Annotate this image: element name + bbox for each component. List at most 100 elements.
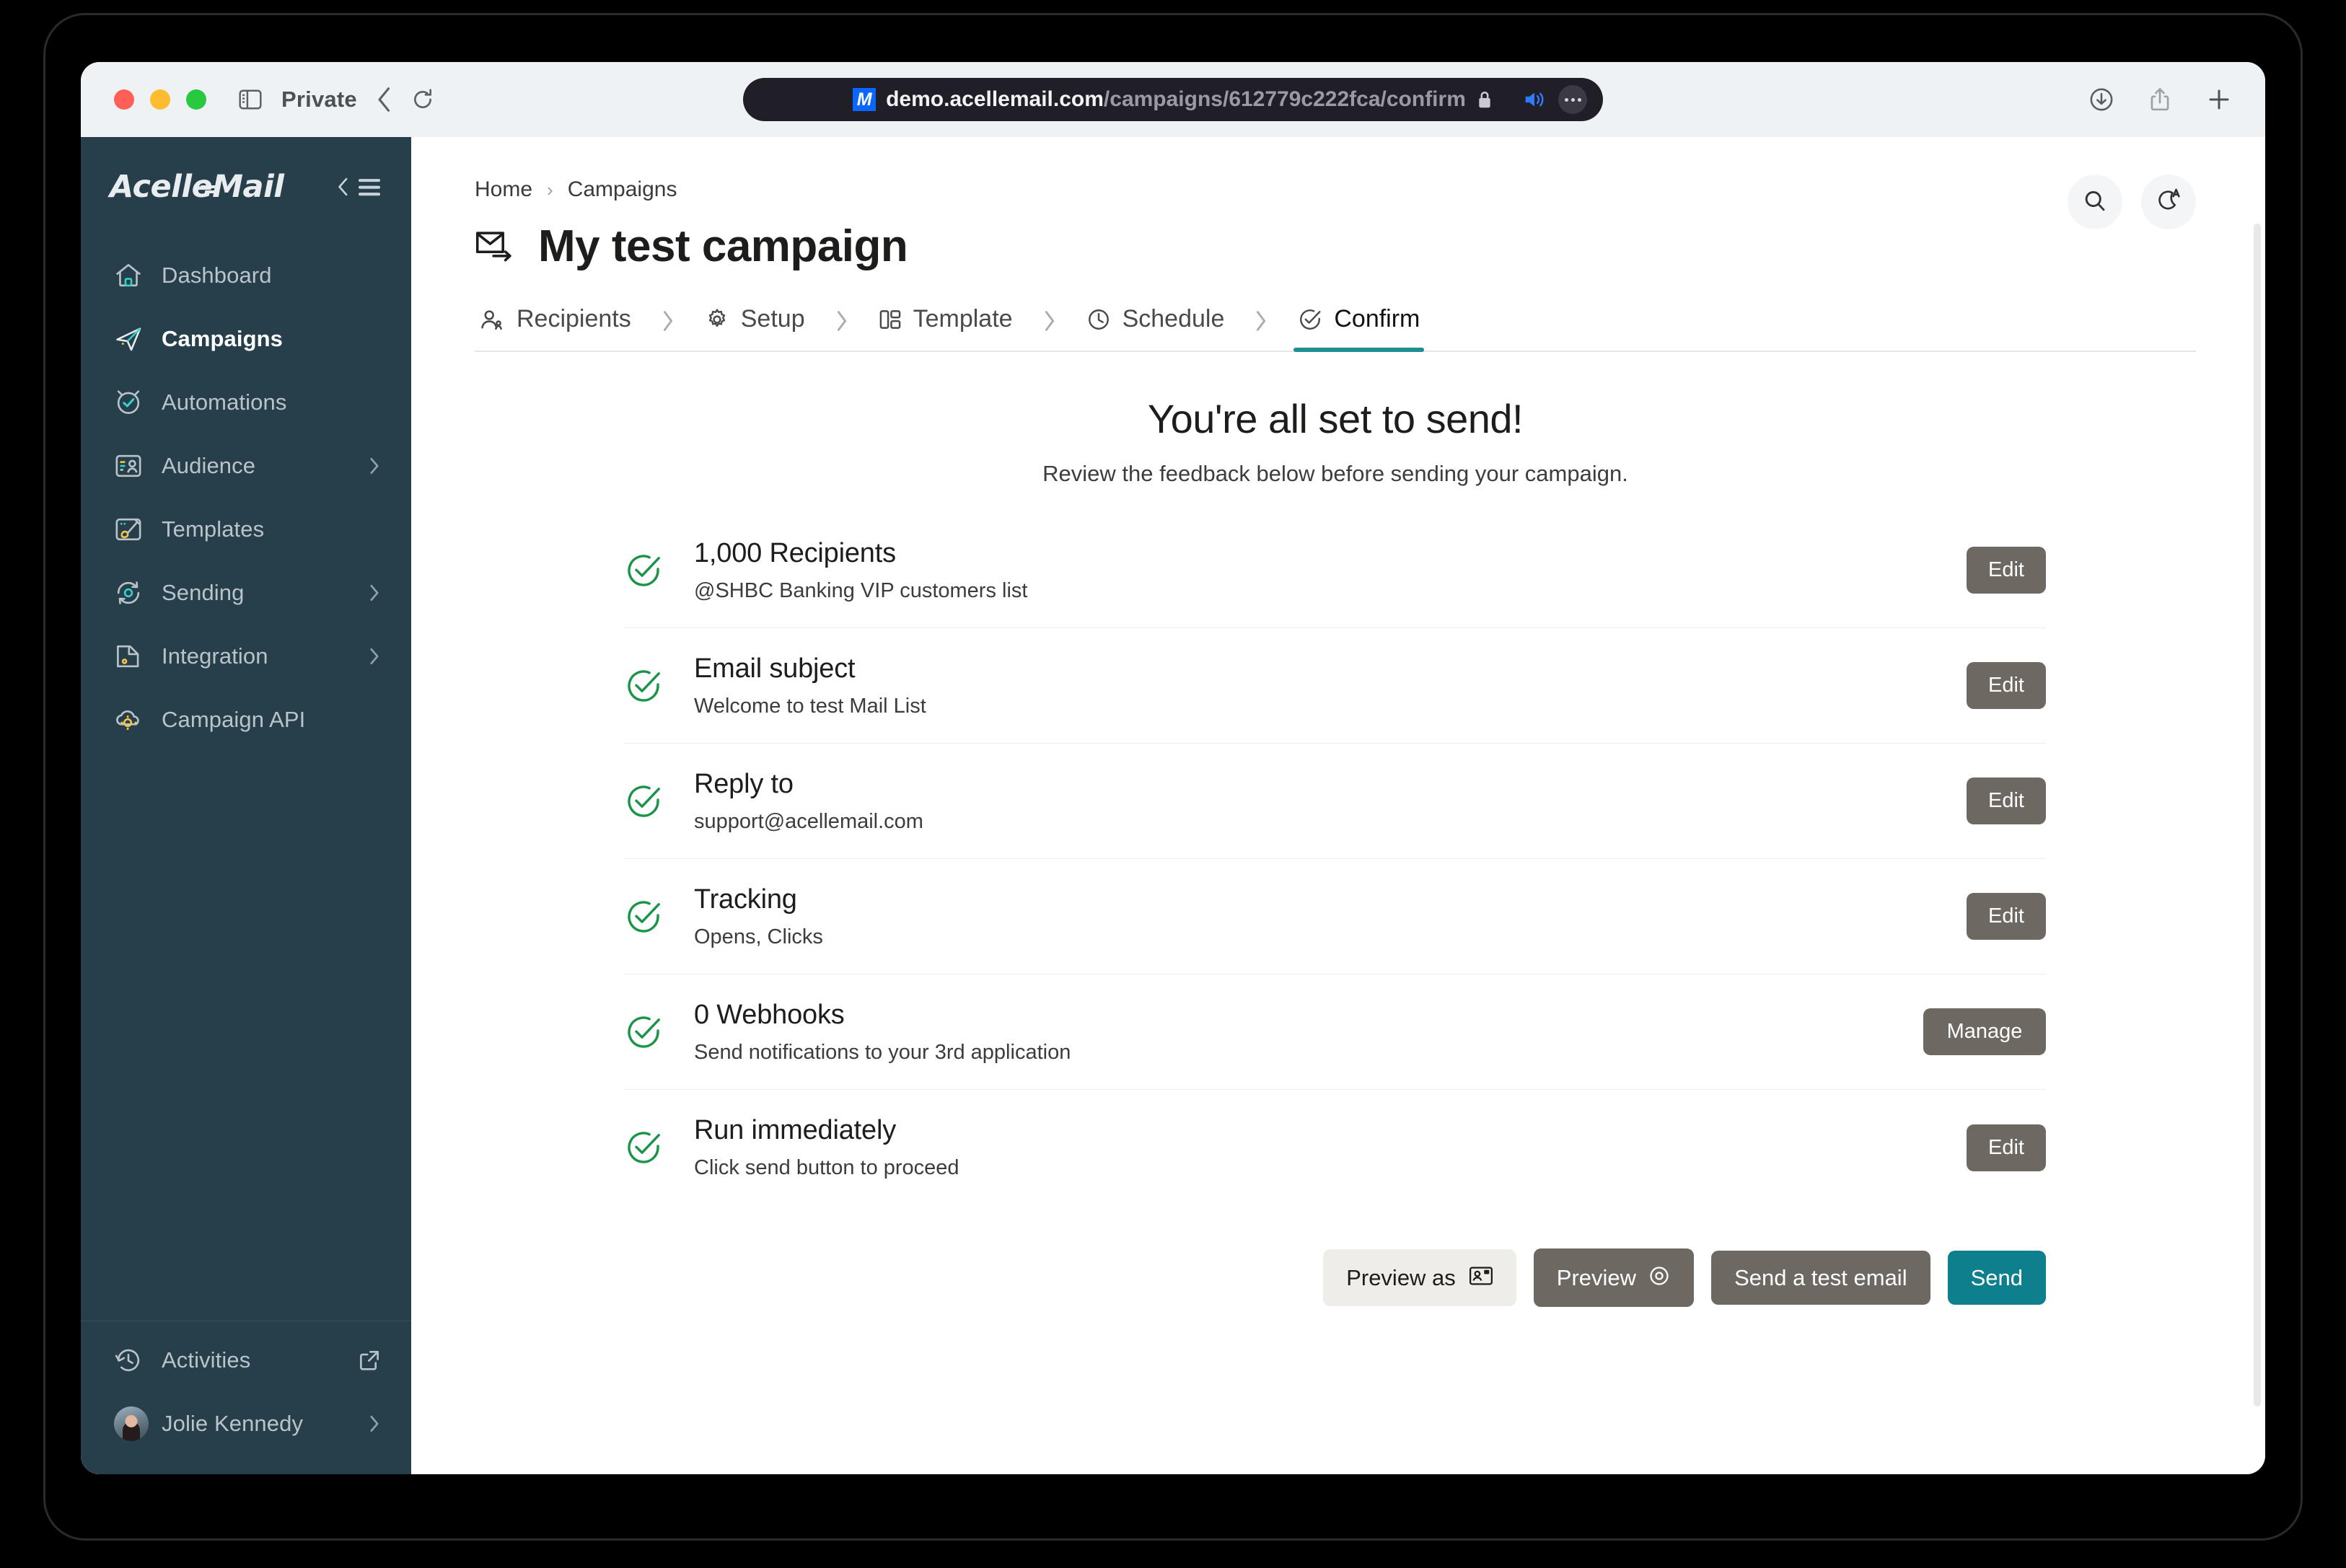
check-circle-green-icon xyxy=(625,667,694,705)
share-icon[interactable] xyxy=(2148,87,2171,113)
step-label: Template xyxy=(913,305,1013,332)
step-label: Recipients xyxy=(517,305,631,332)
theme-toggle-button[interactable] xyxy=(2141,175,2196,229)
step-confirm[interactable]: Confirm xyxy=(1293,305,1425,352)
sidebar-nav: Dashboard Campaigns Automations Audience… xyxy=(81,244,411,1321)
clock-icon xyxy=(1086,307,1111,332)
chevron-right-icon xyxy=(368,456,381,476)
clock-check-icon xyxy=(114,388,153,417)
search-button[interactable] xyxy=(2068,175,2122,229)
close-window-button[interactable] xyxy=(114,89,134,110)
step-schedule[interactable]: Schedule xyxy=(1082,305,1229,351)
step-setup[interactable]: Setup xyxy=(700,305,809,351)
sidebar-item-label: Activities xyxy=(162,1347,251,1373)
checklist-title: Tracking xyxy=(694,884,797,915)
checklist-row-tracking: Tracking Opens, Clicks Edit xyxy=(625,859,2046,974)
user-name-label: Jolie Kennedy xyxy=(162,1411,304,1436)
checklist-row-email-subject: Email subject Welcome to test Mail List … xyxy=(625,628,2046,744)
minimize-window-button[interactable] xyxy=(150,89,170,110)
check-circle-green-icon xyxy=(625,552,694,589)
checklist-subtitle: support@acellemail.com xyxy=(694,809,923,833)
search-icon xyxy=(2082,188,2108,216)
chevron-left-icon xyxy=(338,177,348,196)
campaign-steps: Recipients Setup Template Schedule Confi… xyxy=(475,305,2196,352)
edit-button-tracking[interactable]: Edit xyxy=(1967,893,2046,940)
sidebar-item-label: Campaigns xyxy=(162,326,283,351)
checklist-row-run-immediately: Run immediately Click send button to pro… xyxy=(625,1090,2046,1205)
check-circle-green-icon xyxy=(625,1129,694,1166)
confirm-hero: You're all set to send! Review the feedb… xyxy=(475,395,2196,487)
sidebar-item-activities[interactable]: Activities xyxy=(81,1329,411,1392)
sidebar-item-label: Campaign API xyxy=(162,707,306,732)
contact-list-icon xyxy=(114,452,153,480)
check-circle-icon xyxy=(1298,307,1322,332)
plus-icon[interactable] xyxy=(2206,87,2232,113)
preview-as-button[interactable]: Preview as xyxy=(1323,1249,1516,1306)
breadcrumb-separator: › xyxy=(547,178,553,201)
page-scrollbar[interactable] xyxy=(2254,224,2261,1406)
step-recipients[interactable]: Recipients xyxy=(475,305,636,351)
sidebar-item-sending[interactable]: Sending xyxy=(81,561,411,625)
sidebar-item-audience[interactable]: Audience xyxy=(81,434,411,498)
chevron-right-icon xyxy=(368,646,381,666)
address-bar[interactable]: M demo.acellemail.com /campaigns/612779c… xyxy=(743,78,1603,121)
sidebar-item-automations[interactable]: Automations xyxy=(81,371,411,434)
edit-button-email-subject[interactable]: Edit xyxy=(1967,662,2046,709)
sidebar-item-label: Templates xyxy=(162,516,265,542)
sidebar-item-integration[interactable]: Integration xyxy=(81,625,411,688)
sync-gear-icon xyxy=(114,578,153,607)
breadcrumb-item-home[interactable]: Home xyxy=(475,177,532,202)
breadcrumb-item-campaigns[interactable]: Campaigns xyxy=(568,177,677,202)
plug-save-icon xyxy=(114,642,153,671)
sidebar-item-label: Sending xyxy=(162,580,245,605)
checklist-subtitle: Welcome to test Mail List xyxy=(694,694,926,718)
footer-actions: Preview as Preview Send a test email Sen… xyxy=(625,1248,2046,1307)
sidebar: Acelle Mail Dashboard Campaigns Automati… xyxy=(81,137,411,1474)
reload-icon[interactable] xyxy=(412,88,434,111)
hero-subheading: Review the feedback below before sending… xyxy=(1042,461,1628,486)
sidebar-item-campaign-api[interactable]: Campaign API xyxy=(81,688,411,752)
avatar xyxy=(114,1406,153,1441)
edit-button-reply-to[interactable]: Edit xyxy=(1967,778,2046,824)
step-template[interactable]: Template xyxy=(874,305,1017,351)
hero-heading: You're all set to send! xyxy=(1147,396,1524,441)
preview-button[interactable]: Preview xyxy=(1533,1248,1695,1307)
sidebar-item-templates[interactable]: Templates xyxy=(81,498,411,561)
step-label: Setup xyxy=(740,305,805,332)
more-options-icon[interactable] xyxy=(1558,85,1587,114)
url-host: demo.acellemail.com xyxy=(886,87,1104,111)
back-chevron-icon[interactable] xyxy=(376,87,393,113)
app-logo[interactable]: Acelle Mail xyxy=(110,169,284,205)
sidebar-item-label: Dashboard xyxy=(162,263,272,288)
layout-icon xyxy=(879,308,902,331)
manage-button-webhooks[interactable]: Manage xyxy=(1923,1008,2046,1055)
sidebar-footer: Activities Jolie Kennedy xyxy=(81,1321,411,1474)
browser-toolbar: Private M demo.acellemail.com /campaigns… xyxy=(81,62,2265,137)
external-link-icon[interactable] xyxy=(358,1349,381,1372)
page-title: My test campaign xyxy=(538,221,908,271)
checklist-title: 0 Webhooks xyxy=(694,999,845,1030)
window-controls[interactable] xyxy=(114,89,206,110)
send-button[interactable]: Send xyxy=(1947,1251,2046,1305)
edit-button-recipients[interactable]: Edit xyxy=(1967,547,2046,594)
sidebar-item-dashboard[interactable]: Dashboard xyxy=(81,244,411,307)
api-gear-icon xyxy=(114,705,153,734)
edit-button-run-immediately[interactable]: Edit xyxy=(1967,1124,2046,1171)
sidebar-item-campaigns[interactable]: Campaigns xyxy=(81,307,411,371)
sidebar-item-label: Integration xyxy=(162,643,268,669)
logo-text-acelle: Acelle xyxy=(110,169,213,205)
sidebar-item-user-profile[interactable]: Jolie Kennedy xyxy=(81,1392,411,1455)
sidebar-toggle-icon[interactable] xyxy=(238,89,263,110)
speaker-icon[interactable] xyxy=(1524,89,1545,110)
check-circle-green-icon xyxy=(625,783,694,820)
paper-plane-icon xyxy=(114,325,153,353)
logo-text-mail: Mail xyxy=(212,169,284,205)
send-test-email-button[interactable]: Send a test email xyxy=(1711,1251,1930,1305)
maximize-window-button[interactable] xyxy=(186,89,206,110)
paint-brush-icon xyxy=(114,515,153,544)
sidebar-item-label: Automations xyxy=(162,389,287,415)
chevron-right-icon xyxy=(368,583,381,603)
download-icon[interactable] xyxy=(2089,87,2114,112)
collapse-sidebar-button[interactable] xyxy=(336,176,382,198)
contact-card-icon xyxy=(1469,1265,1493,1290)
